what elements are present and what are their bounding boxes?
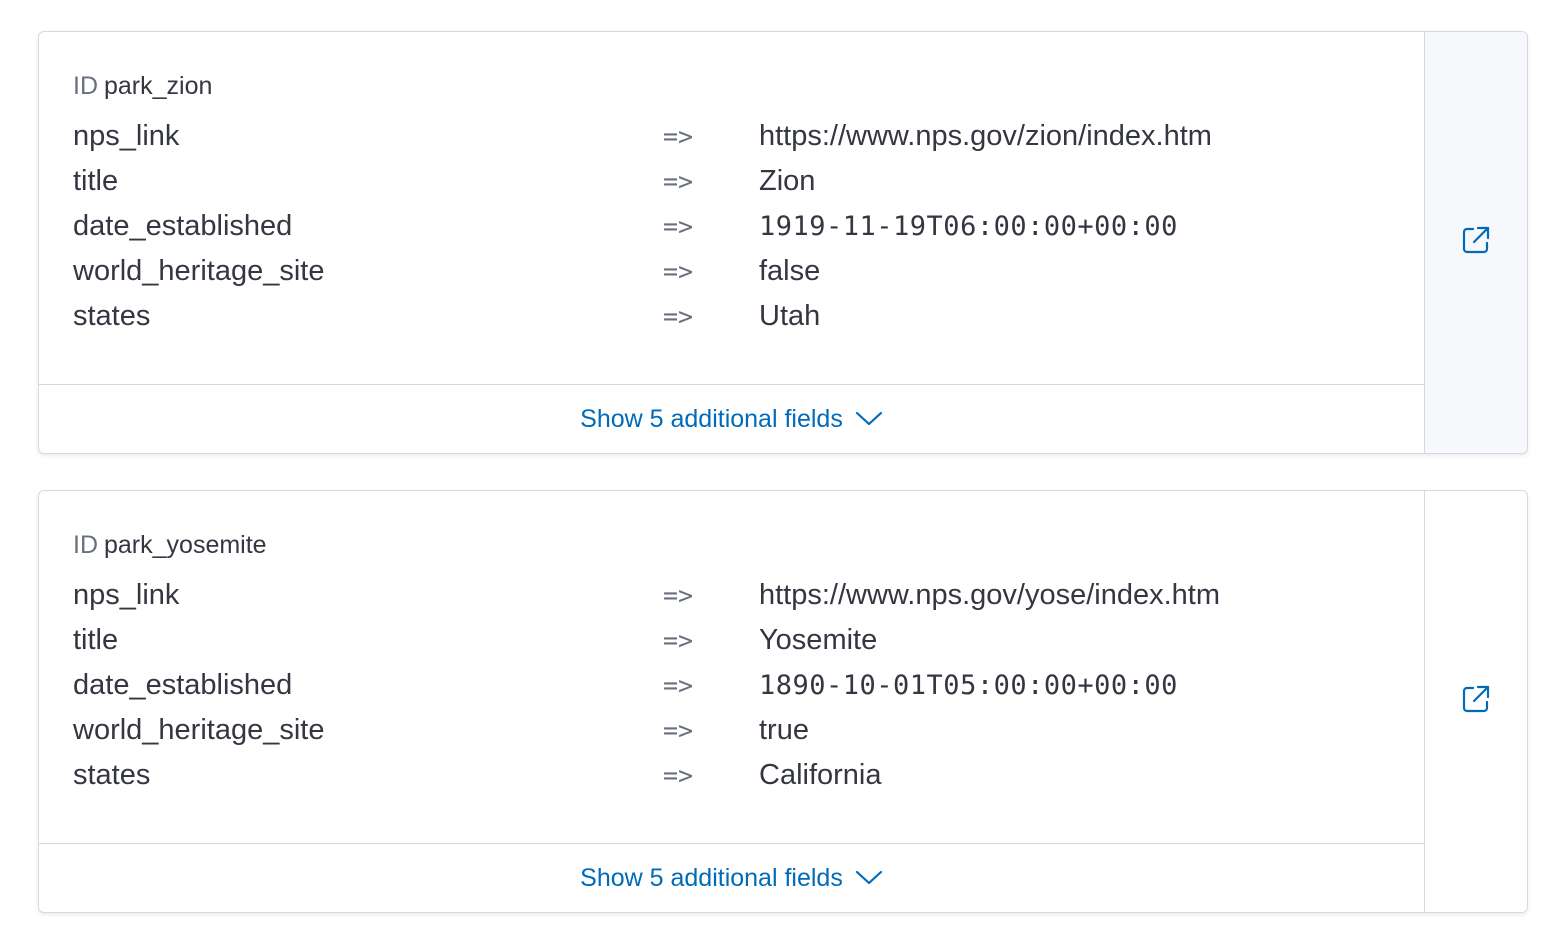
field-row: world_heritage_site => true [73,714,1390,759]
field-row: title => Zion [73,165,1390,210]
result-id: ID park_yosemite [73,529,1390,561]
field-row: states => Utah [73,300,1390,345]
field-row: nps_link => https://www.nps.gov/zion/ind… [73,120,1390,165]
result-id-value: park_yosemite [104,531,267,559]
results-list: ID park_zion nps_link => https://www.nps.… [38,31,1528,949]
field-arrow: => [663,212,694,241]
result-link-panel [1424,491,1527,912]
field-value: https://www.nps.gov/zion/index.htm [759,120,1212,152]
result-card-main: ID park_zion nps_link => https://www.nps.… [39,32,1424,453]
field-key: states [73,300,151,332]
result-link-panel [1424,32,1527,453]
field-arrow: => [663,302,694,331]
external-link-icon[interactable] [1460,683,1492,720]
show-more-link[interactable]: Show 5 additional fields [580,864,883,893]
field-row: date_established => 1890-10-01T05:00:00+… [73,669,1390,714]
field-value: 1890-10-01T05:00:00+00:00 [759,670,1178,701]
field-arrow: => [663,716,694,745]
field-arrow: => [663,167,694,196]
field-key: nps_link [73,579,180,611]
result-card: ID park_yosemite nps_link => https://www.… [38,490,1528,913]
chevron-down-icon [855,864,883,893]
field-key: world_heritage_site [73,255,325,287]
result-id-value: park_zion [104,72,213,100]
show-more-label: Show 5 additional fields [580,404,843,433]
field-value: California [759,759,882,791]
show-more-button[interactable]: Show 5 additional fields [39,843,1424,912]
result-card-main: ID park_yosemite nps_link => https://www.… [39,491,1424,912]
field-value: true [759,714,809,746]
field-value: https://www.nps.gov/yose/index.htm [759,579,1220,611]
field-row: world_heritage_site => false [73,255,1390,300]
field-row: nps_link => https://www.nps.gov/yose/ind… [73,579,1390,624]
field-key: states [73,759,151,791]
field-key: nps_link [73,120,180,152]
result-id: ID park_zion [73,70,1390,102]
field-value: Zion [759,165,816,197]
external-link-icon[interactable] [1460,224,1492,261]
field-key: date_established [73,669,293,701]
field-row: title => Yosemite [73,624,1390,669]
field-arrow: => [663,257,694,286]
show-more-button[interactable]: Show 5 additional fields [39,384,1424,453]
field-arrow: => [663,581,694,610]
show-more-link[interactable]: Show 5 additional fields [580,405,883,434]
field-value: Yosemite [759,624,878,656]
field-key: title [73,165,119,197]
field-row: date_established => 1919-11-19T06:00:00+… [73,210,1390,255]
field-arrow: => [663,626,694,655]
field-value: Utah [759,300,821,332]
field-arrow: => [663,761,694,790]
chevron-down-icon [855,405,883,434]
result-card: ID park_zion nps_link => https://www.nps.… [38,31,1528,454]
result-card-body: ID park_yosemite nps_link => https://www.… [39,491,1424,843]
field-row: states => California [73,759,1390,804]
result-id-label: ID [73,531,98,559]
result-card-body: ID park_zion nps_link => https://www.nps.… [39,32,1424,384]
field-key: title [73,624,119,656]
result-id-label: ID [73,72,98,100]
field-arrow: => [663,122,694,151]
field-arrow: => [663,671,694,700]
show-more-label: Show 5 additional fields [580,863,843,892]
field-key: world_heritage_site [73,714,325,746]
field-key: date_established [73,210,293,242]
field-value: 1919-11-19T06:00:00+00:00 [759,211,1178,242]
field-value: false [759,255,821,287]
